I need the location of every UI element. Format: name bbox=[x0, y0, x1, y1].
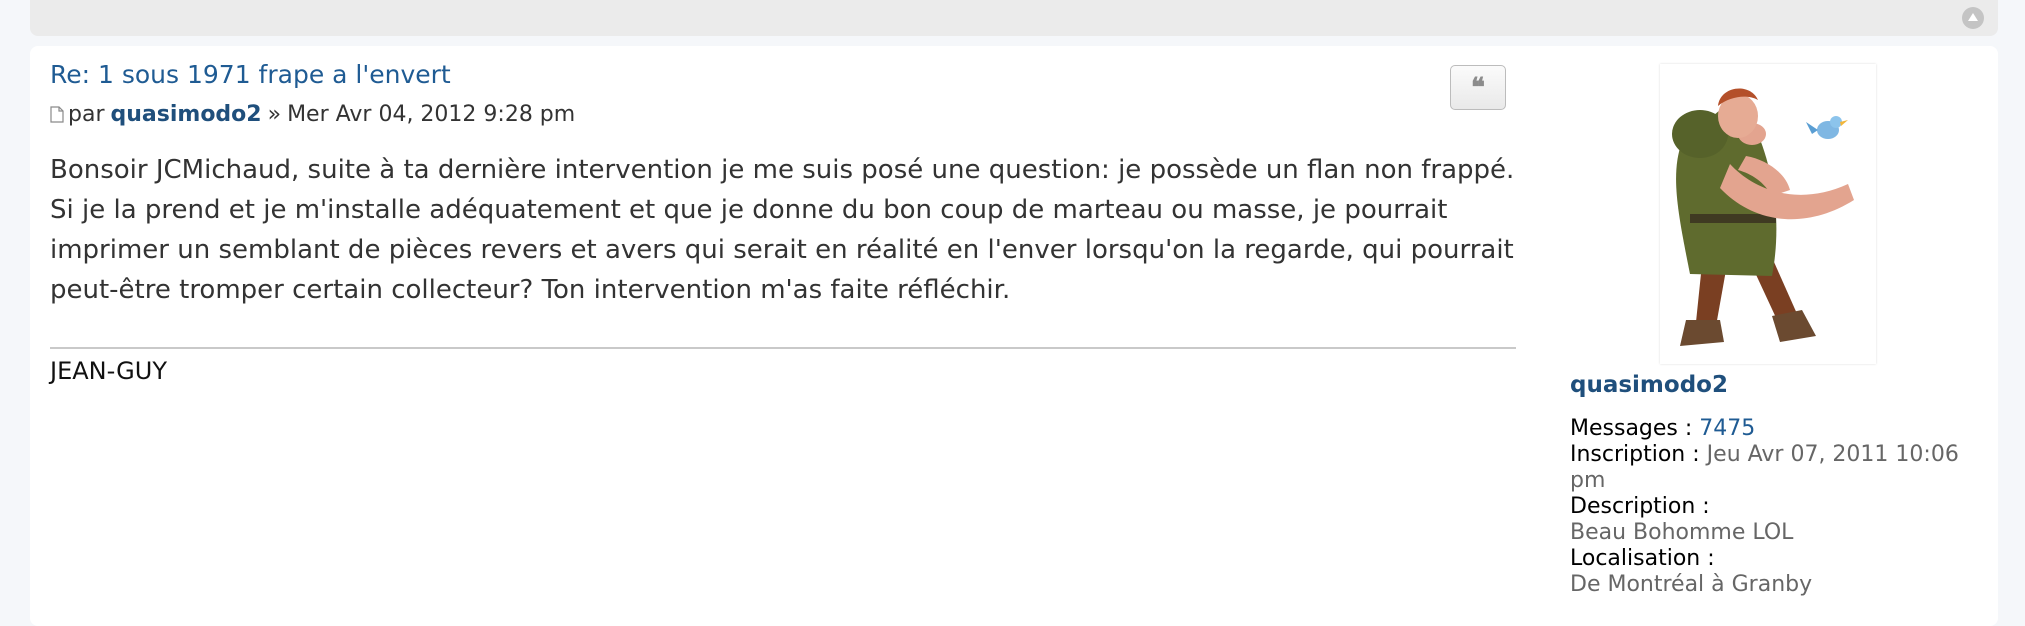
post-content: Bonsoir JCMichaud, suite à ta dernière i… bbox=[50, 150, 1550, 310]
post-author-link[interactable]: quasimodo2 bbox=[111, 102, 262, 127]
by-label: par bbox=[68, 102, 105, 127]
location-label: Localisation : bbox=[1570, 546, 1715, 571]
quasimodo-avatar bbox=[1672, 88, 1854, 346]
forum-post: Re: 1 sous 1971 frape a l'envert par qua… bbox=[30, 46, 1998, 626]
messages-count-link[interactable]: 7475 bbox=[1699, 416, 1755, 441]
meta-separator: » bbox=[267, 102, 282, 127]
arrow-up-icon bbox=[1968, 13, 1978, 21]
description-value: Beau Bohomme LOL bbox=[1570, 520, 1794, 545]
post-signature: JEAN-GUY bbox=[50, 357, 167, 385]
quote-button[interactable]: ❝ bbox=[1450, 65, 1506, 110]
post-content-line: peut-être tromper certain collecteur? To… bbox=[50, 275, 1011, 305]
post-icon[interactable] bbox=[50, 106, 64, 123]
post-title-link[interactable]: Re: 1 sous 1971 frape a l'envert bbox=[50, 60, 451, 89]
author-avatar[interactable] bbox=[1660, 64, 1876, 364]
post-content-line: imprimer un semblant de pièces revers et… bbox=[50, 235, 1514, 265]
joined-label: Inscription : bbox=[1570, 442, 1700, 467]
back-to-top-button[interactable] bbox=[1962, 7, 1984, 29]
description-label: Description : bbox=[1570, 494, 1710, 519]
profile-username-link[interactable]: quasimodo2 bbox=[1570, 372, 1728, 398]
location-value: De Montréal à Granby bbox=[1570, 572, 1813, 597]
messages-label: Messages : bbox=[1570, 416, 1693, 441]
post-meta: par quasimodo2 » Mer Avr 04, 2012 9:28 p… bbox=[50, 102, 575, 127]
profile-messages-row: Messages : 7475 bbox=[1570, 416, 1980, 442]
previous-post-footer bbox=[30, 0, 1998, 36]
profile-joined-row: Inscription : Jeu Avr 07, 2011 10:06 pm bbox=[1570, 442, 1980, 494]
post-date: Mer Avr 04, 2012 9:28 pm bbox=[287, 102, 576, 127]
signature-divider bbox=[50, 347, 1516, 349]
author-profile: quasimodo2 Messages : 7475 Inscription :… bbox=[1570, 46, 1990, 606]
post-content-line: Bonsoir JCMichaud, suite à ta dernière i… bbox=[50, 155, 1515, 185]
profile-details: Messages : 7475 Inscription : Jeu Avr 07… bbox=[1570, 416, 1980, 598]
post-content-line: Si je la prend et je m'installe adéquate… bbox=[50, 195, 1448, 225]
quote-icon: ❝ bbox=[1471, 72, 1485, 103]
